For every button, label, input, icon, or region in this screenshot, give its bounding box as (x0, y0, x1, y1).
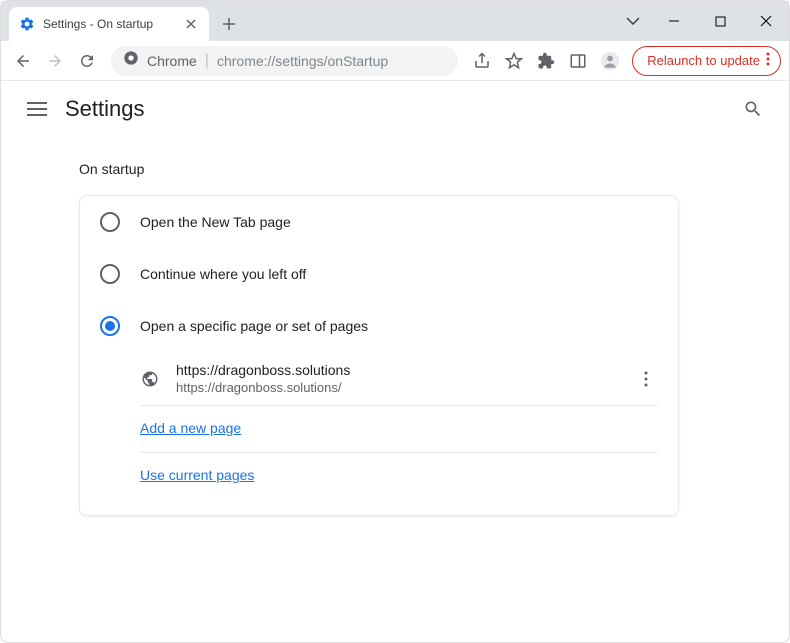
gear-icon (19, 16, 35, 32)
close-window-button[interactable] (743, 5, 789, 37)
page-entry-menu[interactable] (634, 371, 658, 387)
use-current-row: Use current pages (140, 453, 658, 499)
page-entry-name: https://dragonboss.solutions (176, 362, 634, 378)
radio-icon (100, 264, 120, 284)
section-title: On startup (1, 149, 789, 195)
bookmark-icon[interactable] (500, 47, 528, 75)
omnibox-label: Chrome (147, 53, 197, 69)
omnibox-url: chrome://settings/onStartup (217, 53, 446, 69)
page-header: Settings (1, 81, 789, 137)
toolbar: Chrome | chrome://settings/onStartup Rel… (1, 41, 789, 81)
radio-label: Continue where you left off (140, 266, 306, 282)
browser-tab[interactable]: Settings - On startup (9, 7, 209, 41)
relaunch-label: Relaunch to update (647, 53, 760, 68)
relaunch-button[interactable]: Relaunch to update (632, 46, 781, 76)
share-icon[interactable] (468, 47, 496, 75)
minimize-button[interactable] (651, 5, 697, 37)
reload-button[interactable] (73, 47, 101, 75)
menu-dots-icon (766, 52, 770, 69)
startup-pages: https://dragonboss.solutions https://dra… (80, 352, 678, 515)
chrome-logo-icon (123, 50, 139, 71)
add-page-link[interactable]: Add a new page (140, 420, 241, 436)
page-entry-url: https://dragonboss.solutions/ (176, 380, 634, 395)
radio-label: Open the New Tab page (140, 214, 291, 230)
close-icon[interactable] (183, 16, 199, 32)
startup-page-entry: https://dragonboss.solutions https://dra… (140, 352, 658, 406)
page-entry-text: https://dragonboss.solutions https://dra… (176, 362, 634, 395)
extensions-icon[interactable] (532, 47, 560, 75)
search-button[interactable] (733, 89, 773, 129)
option-specific-page[interactable]: Open a specific page or set of pages (80, 300, 678, 352)
radio-icon (100, 316, 120, 336)
forward-button[interactable] (41, 47, 69, 75)
tab-search-button[interactable] (615, 5, 651, 37)
titlebar: Settings - On startup (1, 1, 789, 41)
globe-icon (140, 369, 160, 389)
profile-icon[interactable] (596, 47, 624, 75)
new-tab-button[interactable] (215, 10, 243, 38)
menu-button[interactable] (17, 89, 57, 129)
tab-title: Settings - On startup (43, 17, 183, 31)
sidepanel-icon[interactable] (564, 47, 592, 75)
page-title: Settings (65, 96, 733, 122)
option-continue[interactable]: Continue where you left off (80, 248, 678, 300)
startup-card: Open the New Tab page Continue where you… (79, 195, 679, 516)
back-button[interactable] (9, 47, 37, 75)
radio-icon (100, 212, 120, 232)
add-page-row: Add a new page (140, 406, 658, 453)
option-new-tab[interactable]: Open the New Tab page (80, 196, 678, 248)
radio-label: Open a specific page or set of pages (140, 318, 368, 334)
content: On startup Open the New Tab page Continu… (1, 137, 789, 516)
window-controls (615, 1, 789, 41)
address-bar[interactable]: Chrome | chrome://settings/onStartup (111, 46, 458, 76)
use-current-link[interactable]: Use current pages (140, 467, 254, 483)
maximize-button[interactable] (697, 5, 743, 37)
omnibox-separator: | (205, 52, 209, 70)
